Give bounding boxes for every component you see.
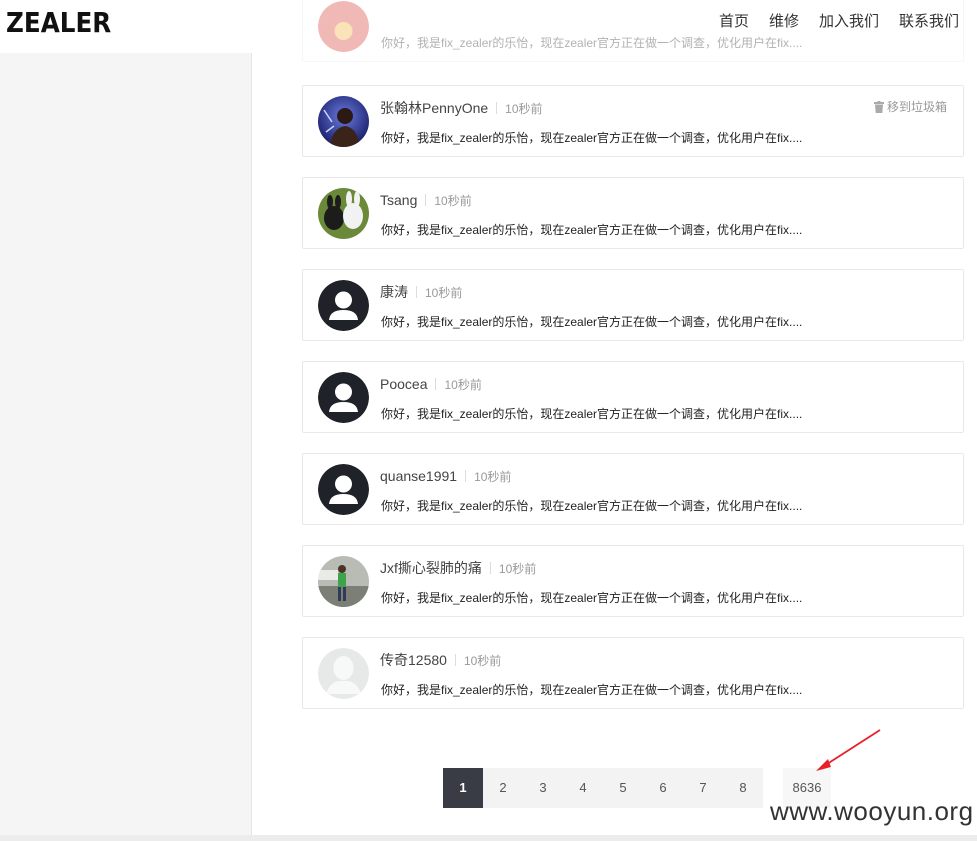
comment-card[interactable]: 康涛 10秒前 你好，我是fix_zealer的乐怡，现在zealer官方正在做… (302, 269, 964, 341)
comment-card[interactable]: Tsang 10秒前 你好，我是fix_zealer的乐怡，现在zealer官方… (302, 177, 964, 249)
comment-card[interactable]: 张翰林PennyOne 10秒前 你好，我是fix_zealer的乐怡，现在ze… (302, 85, 964, 157)
trash-label: 移到垃圾箱 (886, 100, 947, 114)
username[interactable]: Poocea (380, 376, 427, 392)
nav-contact-us[interactable]: 联系我们 (899, 12, 959, 32)
page: 你好，我是fix_zealer的乐怡，现在zealer官方正在做一个调查，优化用… (0, 0, 977, 841)
comment-text[interactable]: 你好，我是fix_zealer的乐怡，现在zealer官方正在做一个调查，优化用… (381, 221, 802, 238)
avatar (318, 96, 369, 147)
comment-text[interactable]: 你好，我是fix_zealer的乐怡，现在zealer官方正在做一个调查，优化用… (381, 681, 802, 698)
site-logo[interactable]: ZEALER (6, 6, 111, 39)
comment-card[interactable]: Jxf撕心裂肺的痛 10秒前 你好，我是fix_zealer的乐怡，现在zeal… (302, 545, 964, 617)
page-button-8[interactable]: 8 (723, 768, 763, 808)
main-nav: 首页 维修 加入我们 联系我们 (699, 12, 959, 32)
light-user-icon (318, 648, 369, 699)
meta-divider (435, 378, 437, 390)
page-button-3[interactable]: 3 (523, 768, 563, 808)
comment-card[interactable]: Poocea 10秒前 你好，我是fix_zealer的乐怡，现在zealer官… (302, 361, 964, 433)
timestamp: 10秒前 (444, 377, 482, 392)
comment-text[interactable]: 你好，我是fix_zealer的乐怡，现在zealer官方正在做一个调查，优化用… (381, 405, 802, 422)
annotation-arrow-icon (816, 729, 881, 771)
default-user-icon (318, 372, 369, 423)
timestamp: 10秒前 (505, 101, 543, 116)
meta-divider (465, 470, 467, 482)
watermark: www.wooyun.org (770, 796, 974, 826)
avatar (318, 556, 369, 607)
default-user-icon (318, 280, 369, 331)
timestamp: 10秒前 (463, 653, 502, 668)
timestamp: 10秒前 (434, 193, 472, 208)
avatar (318, 188, 369, 239)
avatar (318, 280, 369, 331)
comment-meta: quanse1991 10秒前 (380, 467, 511, 485)
username[interactable]: 传奇12580 (380, 650, 447, 670)
photo-avatar-icon (318, 96, 369, 147)
timestamp: 10秒前 (498, 561, 537, 576)
meta-divider (454, 654, 456, 666)
page-button-6[interactable]: 6 (643, 768, 683, 808)
comment-text[interactable]: 你好，我是fix_zealer的乐怡，现在zealer官方正在做一个调查，优化用… (381, 129, 802, 146)
avatar (318, 372, 369, 423)
comment-meta: 康涛 10秒前 (380, 283, 462, 301)
comment-meta: Tsang 10秒前 (380, 191, 472, 209)
username[interactable]: Tsang (380, 192, 417, 208)
comment-card[interactable]: 传奇12580 10秒前 你好，我是fix_zealer的乐怡，现在zealer… (302, 637, 964, 709)
avatar (318, 464, 369, 515)
top-header: ZEALER 首页 维修 加入我们 联系我们 (0, 0, 977, 53)
timestamp: 10秒前 (425, 285, 463, 300)
comment-text[interactable]: 你好，我是fix_zealer的乐怡，现在zealer官方正在做一个调查，优化用… (381, 589, 802, 606)
comment-text[interactable]: 你好，我是fix_zealer的乐怡，现在zealer官方正在做一个调查，优化用… (381, 313, 802, 330)
username[interactable]: 康涛 (380, 282, 408, 302)
page-button-4[interactable]: 4 (563, 768, 603, 808)
nav-home[interactable]: 首页 (719, 12, 749, 32)
comment-meta: 张翰林PennyOne 10秒前 (380, 99, 543, 117)
page-button-1[interactable]: 1 (443, 768, 483, 808)
username[interactable]: quanse1991 (380, 468, 457, 484)
avatar (318, 648, 369, 699)
timestamp: 10秒前 (474, 469, 512, 484)
meta-divider (496, 102, 498, 114)
username[interactable]: 张翰林PennyOne (380, 98, 488, 118)
page-button-7[interactable]: 7 (683, 768, 723, 808)
photo-avatar-icon (318, 556, 369, 607)
comment-meta: 传奇12580 10秒前 (380, 651, 501, 669)
left-sidebar (0, 53, 252, 835)
comment-meta: Jxf撕心裂肺的痛 10秒前 (380, 559, 536, 577)
comment-text[interactable]: 你好，我是fix_zealer的乐怡，现在zealer官方正在做一个调查，优化用… (381, 497, 802, 514)
page-button-2[interactable]: 2 (483, 768, 523, 808)
default-user-icon (318, 464, 369, 515)
page-button-5[interactable]: 5 (603, 768, 643, 808)
move-to-trash-button[interactable]: 移到垃圾箱 (873, 98, 947, 115)
meta-divider (425, 194, 427, 206)
photo-avatar-icon (318, 188, 369, 239)
bottom-bar (0, 835, 977, 841)
username[interactable]: Jxf撕心裂肺的痛 (380, 558, 482, 578)
meta-divider (489, 562, 491, 574)
comment-meta: Poocea 10秒前 (380, 375, 482, 393)
trash-icon (873, 100, 884, 113)
meta-divider (416, 286, 417, 298)
nav-join-us[interactable]: 加入我们 (819, 12, 879, 32)
nav-repair[interactable]: 维修 (769, 12, 799, 32)
comment-card[interactable]: quanse1991 10秒前 你好，我是fix_zealer的乐怡，现在zea… (302, 453, 964, 525)
